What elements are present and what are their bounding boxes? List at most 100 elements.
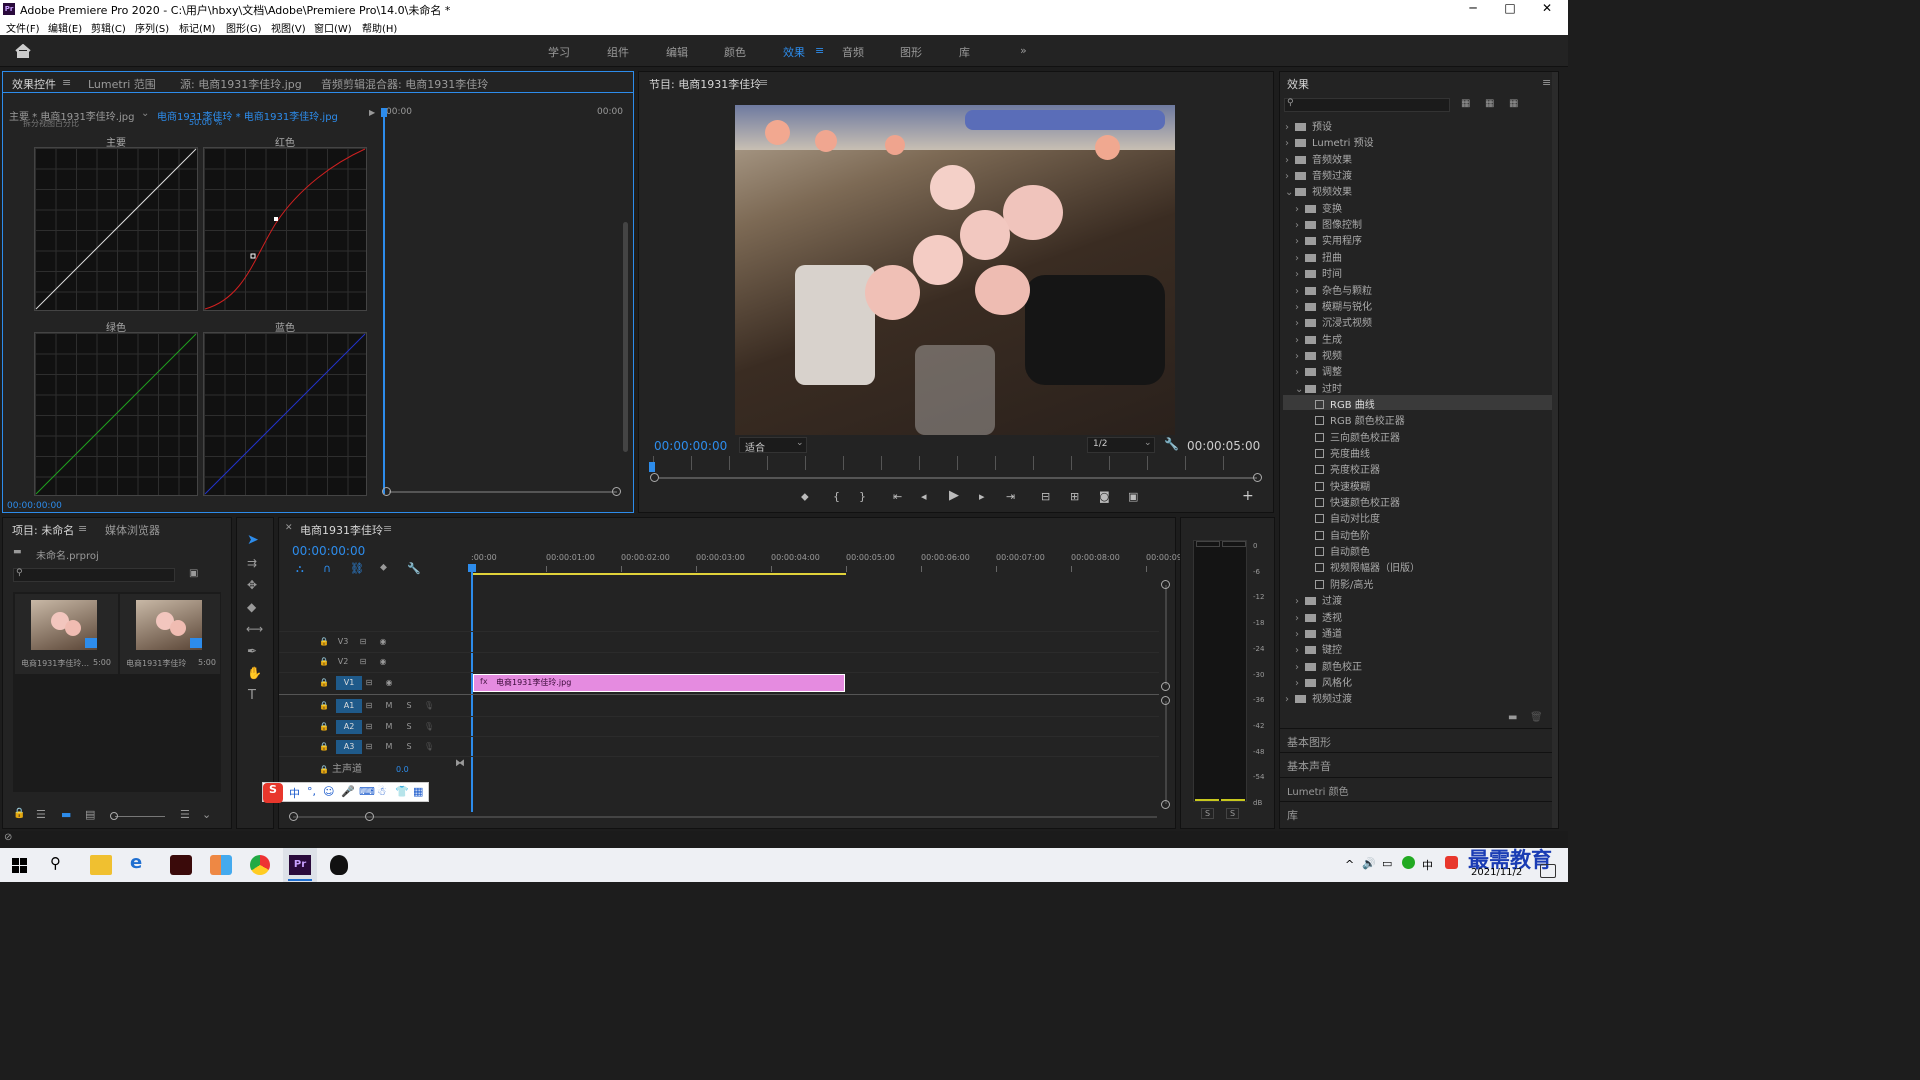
effect-folder[interactable]: › 视频过渡 [1285,690,1352,705]
mute-button[interactable]: M [382,720,396,734]
solo-button[interactable]: S [402,740,416,754]
trash-icon[interactable]: 🗑 [1530,712,1543,723]
tab-project[interactable]: 项目: 未命名 [12,522,74,538]
workspace-assembly[interactable]: 组件 [607,44,629,60]
solo-button[interactable]: S [402,720,416,734]
effect-folder[interactable]: › Lumetri 预设 [1285,134,1374,149]
chevron-right-icon[interactable]: › [1295,613,1305,624]
menu-clip[interactable]: 剪辑(C) [91,20,126,35]
track-label-a2[interactable]: A2 [336,720,362,734]
lock-icon[interactable]: 🔒 [317,635,331,649]
resolution-dropdown[interactable]: 1/2 ⌄ [1087,437,1155,453]
chevron-down-icon[interactable]: ⌄ [1285,187,1295,198]
effect-folder[interactable]: › 图像控制 [1295,216,1362,231]
windows-start-icon[interactable] [12,858,27,873]
program-monitor-title[interactable]: 节目: 电商1931李佳玲 [649,76,761,92]
workspace-graphics[interactable]: 图形 [900,44,922,60]
chevron-right-icon[interactable]: › [1295,596,1305,607]
sequence-clip-label[interactable]: 电商1931李佳玲 * 电商1931李佳玲.jpg [157,108,338,123]
track-label-v2[interactable]: V2 [336,655,350,669]
chevron-right-icon[interactable]: › [1295,662,1305,673]
lock-icon[interactable]: 🔒 [317,720,331,734]
program-menu-icon[interactable]: ≡ [759,76,768,89]
project-menu-icon[interactable]: ≡ [78,522,87,535]
effect-folder[interactable]: › 生成 [1295,331,1342,346]
effect-item[interactable]: 视频限幅器（旧版） [1305,559,1420,574]
lock-icon[interactable]: 🔒 [317,676,331,690]
workspace-color[interactable]: 颜色 [724,44,746,60]
workspace-menu-icon[interactable]: ≡ [815,44,824,57]
effect-item[interactable]: 自动色阶 [1305,527,1370,542]
effect-folder[interactable]: › 过渡 [1295,592,1342,607]
ime-punct-icon[interactable]: °, [307,785,316,798]
settings-wrench-icon[interactable]: 🔧 [407,562,421,575]
workspace-libraries[interactable]: 库 [959,44,970,60]
effect-item[interactable]: 亮度校正器 [1305,461,1380,476]
effect-folder[interactable]: › 视频 [1295,347,1342,362]
tray-expand-icon[interactable]: ^ [1345,858,1354,871]
effect-folder[interactable]: › 扭曲 [1295,249,1342,264]
chevron-right-icon[interactable]: › [1285,138,1295,149]
lock-icon[interactable]: 🔒 [13,808,25,819]
play-only-icon[interactable]: ▶ [369,108,375,117]
notification-icon[interactable] [1540,864,1556,878]
section-essential-graphics[interactable]: 基本图形 [1287,734,1331,750]
mic-icon[interactable]: 🎙 [422,699,436,713]
program-zoom-bar[interactable] [659,477,1257,479]
workspace-audio[interactable]: 音频 [842,44,864,60]
effect-folder[interactable]: ⌄ 视频效果 [1285,183,1352,198]
effect-folder[interactable]: › 通道 [1295,625,1342,640]
effect-item[interactable]: 自动对比度 [1305,510,1380,525]
chevron-right-icon[interactable]: › [1295,367,1305,378]
go-to-in-icon[interactable]: ⇤ [893,490,902,503]
chevron-right-icon[interactable]: › [1295,236,1305,247]
mute-button[interactable]: M [382,740,396,754]
menu-graphics[interactable]: 图形(G) [226,20,262,35]
effect-item[interactable]: RGB 颜色校正器 [1305,412,1405,427]
effect-item[interactable]: 阴影/高光 [1305,576,1373,591]
chevron-right-icon[interactable]: › [1295,204,1305,215]
step-back-icon[interactable]: ◂ [921,490,927,503]
eye-icon[interactable]: ◉ [376,655,390,669]
green-curve-graph[interactable] [34,332,198,496]
add-marker-icon[interactable]: ⬥ [380,562,387,573]
eye-icon[interactable]: ◉ [382,676,396,690]
add-button-icon[interactable]: + [1242,488,1254,504]
premiere-taskbar-icon[interactable]: Pr [289,855,311,875]
track-label-a1[interactable]: A1 [336,699,362,713]
chevron-right-icon[interactable]: › [1295,645,1305,656]
effect-folder[interactable]: › 杂色与颗粒 [1295,282,1372,297]
track-label-a3[interactable]: A3 [336,740,362,754]
effect-folder[interactable]: › 音频过渡 [1285,167,1352,182]
sync-lock-icon[interactable]: ⊟ [356,635,370,649]
audio-scrollbar[interactable] [1165,701,1167,804]
lock-icon[interactable]: 🔒 [317,655,331,669]
home-icon[interactable] [15,44,31,58]
effect-folder[interactable]: › 透视 [1295,609,1342,624]
chevron-down-icon[interactable]: ⌄ [1295,384,1305,395]
fit-dropdown[interactable]: 适合 ⌄ [739,437,807,454]
effect-item[interactable]: 三向颜色校正器 [1305,429,1400,444]
section-essential-sound[interactable]: 基本声音 [1287,758,1331,774]
maximize-button[interactable]: □ [1495,1,1525,15]
program-playhead[interactable] [649,462,655,472]
play-icon[interactable]: ▶ [949,488,959,503]
32bit-effects-icon[interactable]: ▦ [1485,98,1494,109]
menu-view[interactable]: 视图(V) [271,20,306,35]
chevron-down-icon[interactable]: ⌄ [141,108,149,119]
mark-in-icon[interactable]: { [833,490,840,503]
sync-lock-icon[interactable]: ⊟ [356,655,370,669]
close-button[interactable]: ✕ [1532,1,1562,15]
timeline-menu-icon[interactable]: ≡ [383,522,392,535]
section-libraries[interactable]: 库 [1287,807,1298,823]
tray-app-icon[interactable] [1402,856,1415,869]
yuv-effects-icon[interactable]: ▦ [1509,98,1518,109]
razor-tool-icon[interactable]: ◆ [247,600,256,614]
chevron-right-icon[interactable]: › [1285,122,1295,133]
icon-view-icon[interactable]: ▬ [61,808,71,821]
sync-lock-icon[interactable]: ⊟ [362,699,376,713]
extract-icon[interactable]: ⊞ [1070,490,1079,503]
file-explorer-icon[interactable] [90,855,112,875]
timeline-clip[interactable]: fx 电商1931李佳玲.jpg [473,674,845,692]
effects-panel-title[interactable]: 效果 [1287,76,1309,92]
